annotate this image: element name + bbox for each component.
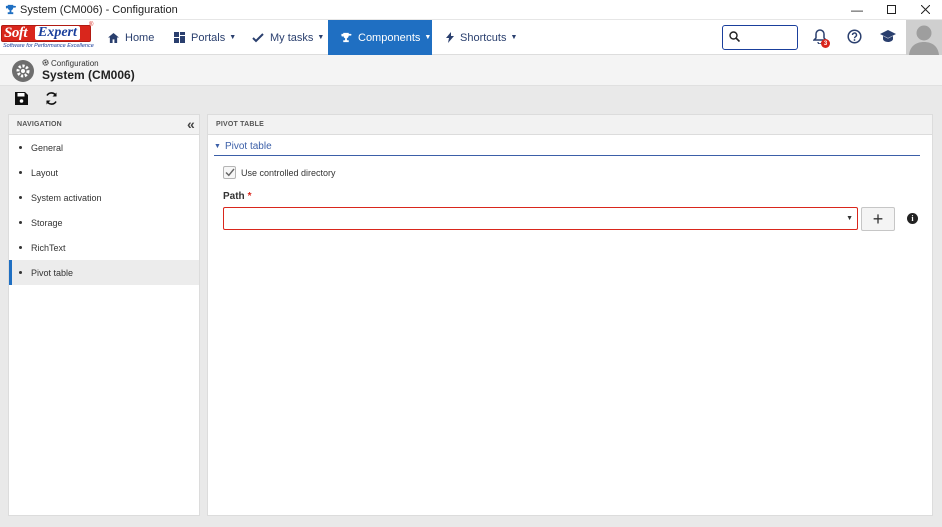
nav-item-layout[interactable]: Layout	[9, 160, 199, 185]
checkmark-icon	[225, 168, 235, 177]
page-title: System (CM006)	[42, 68, 135, 82]
main-content-panel: PIVOT TABLE ▼ Pivot table Use controlled…	[207, 114, 933, 516]
breadcrumb-label[interactable]: Configuration	[51, 59, 99, 68]
search-input[interactable]	[744, 31, 794, 44]
learning-button[interactable]	[878, 28, 898, 48]
save-icon	[14, 92, 28, 108]
logo-tagline: Software for Performance Excellence	[3, 43, 94, 49]
search-box[interactable]	[722, 25, 798, 50]
main-panel-header-label: PIVOT TABLE	[216, 121, 264, 128]
minimize-button[interactable]: —	[840, 0, 874, 20]
refresh-button[interactable]	[42, 91, 60, 109]
nav-components-label: Components	[358, 31, 421, 44]
softexpert-logo[interactable]: Soft Expert ® Software for Performance E…	[1, 22, 94, 52]
maximize-icon	[886, 3, 896, 17]
nav-shortcuts-label: Shortcuts	[460, 31, 507, 44]
info-icon[interactable]: i	[907, 213, 918, 224]
portals-icon	[174, 32, 185, 43]
action-toolbar	[0, 86, 942, 114]
user-avatar[interactable]	[906, 20, 942, 55]
nav-item-system-activation[interactable]: System activation	[9, 185, 199, 210]
nav-item-storage[interactable]: Storage	[9, 210, 199, 235]
nav-components[interactable]: Components ▼	[328, 20, 432, 55]
nav-my-tasks-label: My tasks	[270, 31, 314, 44]
navigation-header-label: NAVIGATION	[17, 121, 62, 128]
nav-portals-label: Portals	[191, 31, 226, 44]
page-header: Configuration System (CM006)	[0, 55, 942, 86]
double-chevron-left-icon[interactable]: «	[187, 117, 195, 131]
nav-item-label: Pivot table	[31, 267, 74, 278]
navigation-list: General Layout System activation Storage…	[9, 135, 199, 285]
dropdown-arrow-icon: ▼	[846, 215, 853, 222]
nav-item-general[interactable]: General	[9, 135, 199, 160]
required-marker: *	[247, 191, 252, 202]
question-circle-icon	[846, 29, 862, 47]
plus-icon: +	[872, 208, 884, 229]
small-gear-icon	[42, 59, 49, 68]
pivot-table-section-toggle[interactable]: ▼ Pivot table	[214, 141, 920, 156]
caret-down-icon: ▼	[214, 143, 221, 150]
save-button[interactable]	[12, 91, 30, 109]
close-button[interactable]	[908, 0, 942, 20]
main-panel-header: PIVOT TABLE	[208, 115, 932, 135]
nav-item-label: RichText	[31, 242, 66, 253]
nav-item-label: Storage	[31, 217, 63, 228]
nav-item-label: General	[31, 142, 64, 153]
gear-icon	[12, 60, 34, 82]
path-label-text: Path	[223, 191, 245, 202]
search-icon	[729, 30, 741, 45]
section-title-label: Pivot table	[224, 141, 272, 152]
chevron-down-icon: ▼	[229, 34, 237, 41]
nav-item-label: Layout	[31, 167, 59, 178]
check-icon	[252, 32, 264, 43]
top-navigation-bar: Soft Expert ® Software for Performance E…	[0, 20, 942, 55]
notifications-button[interactable]: 3	[810, 28, 830, 48]
home-icon	[108, 32, 119, 43]
add-path-button[interactable]: +	[861, 207, 895, 231]
nav-shortcuts[interactable]: Shortcuts ▼	[446, 20, 517, 55]
chevron-down-icon: ▼	[510, 34, 518, 41]
trophy-app-icon	[4, 4, 16, 16]
logo-soft-text: Soft	[4, 25, 28, 41]
controlled-directory-checkbox[interactable]	[223, 166, 236, 179]
refresh-icon	[44, 91, 59, 109]
logo-expert-text: Expert	[35, 26, 80, 40]
chevron-down-icon: ▼	[424, 34, 432, 41]
nav-home[interactable]: Home	[108, 20, 154, 55]
bolt-icon	[446, 32, 454, 43]
nav-item-richtext[interactable]: RichText	[9, 235, 199, 260]
window-title: System (CM006) - Configuration	[20, 3, 178, 16]
path-select[interactable]: ▼	[223, 207, 858, 230]
navigation-header: NAVIGATION «	[9, 115, 199, 135]
nav-item-label: System activation	[31, 192, 102, 203]
nav-my-tasks[interactable]: My tasks ▼	[252, 20, 324, 55]
path-label: Path *	[223, 191, 252, 202]
navigation-panel: NAVIGATION « General Layout System activ…	[8, 114, 200, 516]
nav-item-pivot-table[interactable]: Pivot table	[9, 260, 199, 285]
chevron-down-icon: ▼	[317, 34, 325, 41]
controlled-directory-label: Use controlled directory	[241, 167, 336, 178]
breadcrumb: Configuration	[42, 59, 99, 68]
minimize-icon: —	[851, 3, 863, 17]
nav-home-label: Home	[125, 31, 155, 44]
help-button[interactable]	[844, 28, 864, 48]
trophy-icon	[340, 32, 352, 43]
graduation-cap-icon	[880, 30, 896, 46]
nav-portals[interactable]: Portals ▼	[174, 20, 236, 55]
maximize-button[interactable]	[874, 0, 908, 20]
notification-count-badge: 3	[821, 39, 830, 48]
window-titlebar: System (CM006) - Configuration —	[0, 0, 942, 20]
controlled-directory-row: Use controlled directory	[223, 166, 336, 179]
close-icon	[920, 3, 930, 17]
